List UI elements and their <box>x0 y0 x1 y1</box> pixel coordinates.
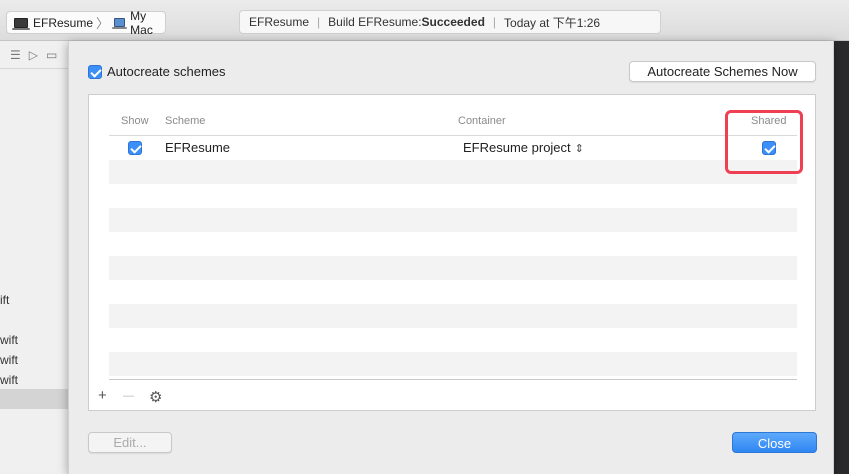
column-header-container[interactable]: Container <box>458 115 506 127</box>
scheme-selector[interactable]: EFResume 〉 My Mac <box>6 8 166 37</box>
navigator-selection <box>0 389 70 409</box>
toolbar: EFResume 〉 My Mac EFResume | Build EFRes… <box>0 0 849 41</box>
schemes-table: Show Scheme Container Shared EFResume EF… <box>88 94 816 411</box>
activity-project: EFResume <box>249 15 310 29</box>
scheme-name: EFResume <box>33 15 94 30</box>
shared-column-highlight <box>725 110 803 174</box>
list-icon[interactable]: ☰ <box>10 48 21 62</box>
column-header-scheme[interactable]: Scheme <box>165 115 205 127</box>
container-popup[interactable]: EFResume project ⇕ <box>463 140 584 155</box>
table-row-empty <box>109 208 797 232</box>
table-row-empty <box>109 280 797 304</box>
destination-segment[interactable]: My Mac <box>112 8 165 37</box>
manage-schemes-sheet: Autocreate schemes Autocreate Schemes No… <box>68 41 834 474</box>
autocreate-schemes-option[interactable]: Autocreate schemes <box>88 64 226 79</box>
table-row[interactable]: EFResume EFResume project ⇕ <box>109 136 797 160</box>
activity-build-status: Succeeded <box>421 15 485 29</box>
navigator-file[interactable]: wift <box>0 373 18 387</box>
column-header-show[interactable]: Show <box>121 115 149 127</box>
laptop-icon <box>112 18 128 29</box>
table-row-empty <box>109 304 797 328</box>
tag-icon[interactable]: ▷ <box>29 48 38 62</box>
navigator-bar: ☰ ▷ ▭ <box>0 41 70 69</box>
table-row-empty <box>109 160 797 184</box>
app-target-icon <box>12 17 30 30</box>
table-row-empty <box>109 232 797 256</box>
scheme-segment[interactable]: EFResume <box>12 15 94 30</box>
navigator-file[interactable]: wift <box>0 333 18 347</box>
navigator-file[interactable]: wift <box>0 353 18 367</box>
gear-icon[interactable]: ⚙ <box>149 388 162 406</box>
table-row-empty <box>109 352 797 376</box>
autocreate-schemes-now-button[interactable]: Autocreate Schemes Now <box>629 61 816 82</box>
table-bottom-divider <box>109 379 797 380</box>
autocreate-checkbox[interactable] <box>88 64 102 79</box>
show-checkbox[interactable] <box>128 141 142 155</box>
navigator-file[interactable]: ift <box>0 293 9 307</box>
scheme-name-cell: EFResume <box>165 140 231 155</box>
destination-name: My Mac <box>130 8 153 37</box>
close-button[interactable]: Close <box>732 432 817 453</box>
autocreate-label: Autocreate schemes <box>107 64 226 79</box>
comment-icon[interactable]: ▭ <box>46 48 57 62</box>
popup-arrows-icon: ⇕ <box>574 143 584 155</box>
container-value: EFResume project <box>463 140 571 155</box>
table-row-empty <box>109 184 797 208</box>
table-row-empty <box>109 328 797 352</box>
navigator-panel <box>0 41 70 474</box>
edit-button[interactable]: Edit... <box>88 432 172 453</box>
activity-build-prefix: Build EFResume: <box>328 15 422 29</box>
chevron-right-icon: 〉 <box>96 16 110 31</box>
activity-time: Today at 下午1:26 <box>504 15 601 30</box>
table-row-empty <box>109 256 797 280</box>
activity-viewer: EFResume | Build EFResume: Succeeded | T… <box>239 10 661 34</box>
add-scheme-button[interactable]: + <box>98 387 107 404</box>
remove-scheme-button[interactable]: — <box>123 390 134 402</box>
